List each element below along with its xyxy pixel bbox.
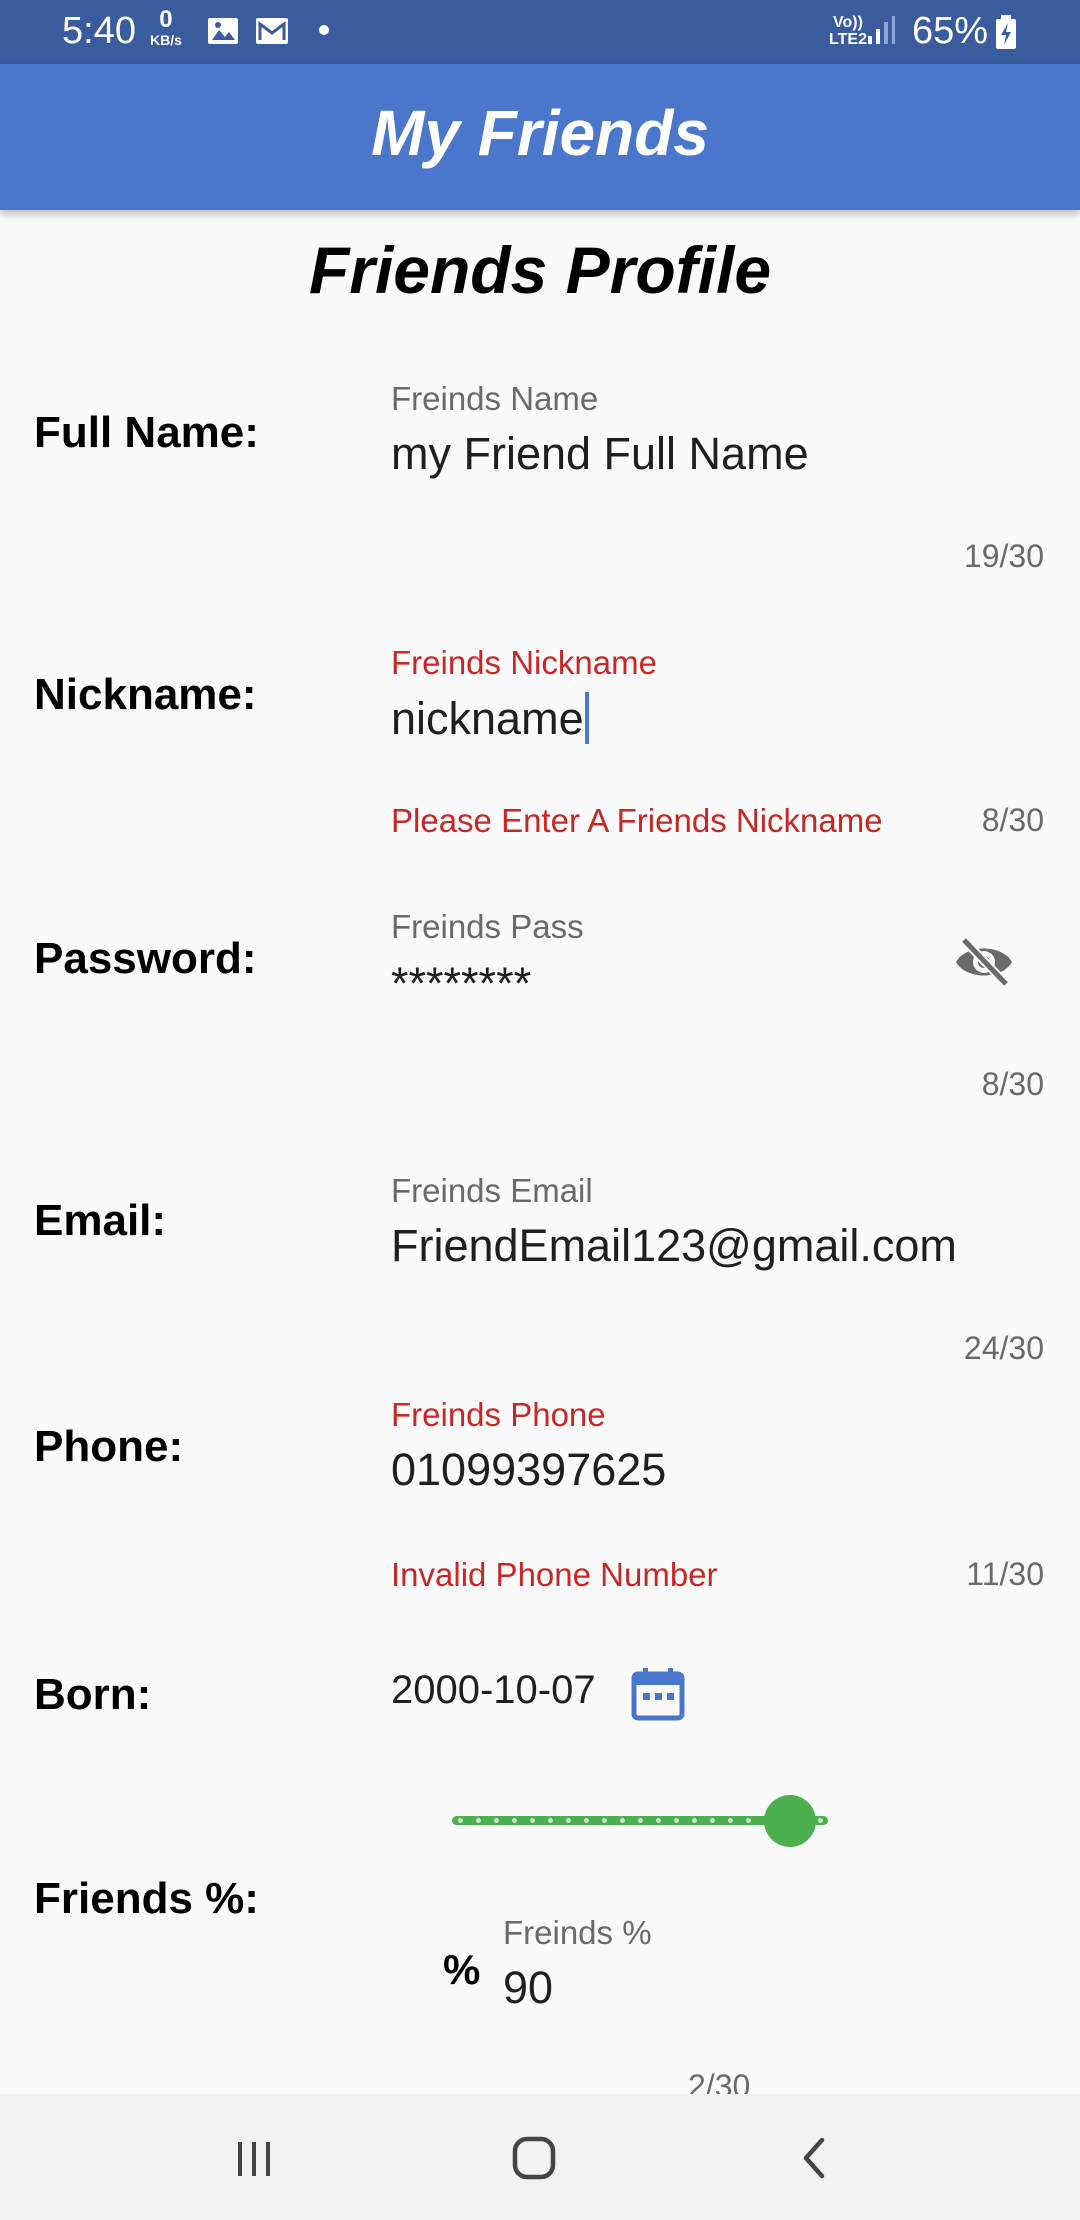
visibility-off-icon[interactable] xyxy=(952,934,1016,990)
email-floating-label: Freinds Email xyxy=(391,1172,593,1209)
born-date-value: 2000-10-07 xyxy=(391,1668,596,1712)
email-input[interactable]: FriendEmail123@gmail.com xyxy=(391,1220,957,1272)
friends-percent-slider[interactable] xyxy=(452,1795,828,1847)
phone-error: Invalid Phone Number xyxy=(391,1556,718,1593)
slider-tick xyxy=(530,1818,535,1823)
slider-tick xyxy=(656,1818,661,1823)
nickname-error: Please Enter A Friends Nickname xyxy=(391,802,883,839)
app-bar: My Friends xyxy=(0,64,1080,210)
email-counter: 24/30 xyxy=(963,1330,1044,1366)
friends-percent-input[interactable]: 90 xyxy=(503,1962,553,2014)
nickname-floating-label: Freinds Nickname xyxy=(391,644,657,681)
phone-label: Phone: xyxy=(34,1422,184,1471)
dot-icon xyxy=(319,25,329,35)
slider-tick xyxy=(692,1818,697,1823)
percent-prefix: % xyxy=(443,1946,481,1993)
full-name-counter: 19/30 xyxy=(963,538,1044,574)
phone-counter: 11/30 xyxy=(966,1556,1044,1592)
nickname-label: Nickname: xyxy=(34,670,257,719)
slider-tick xyxy=(638,1818,643,1823)
password-input[interactable]: ******** xyxy=(391,958,531,1010)
slider-tick xyxy=(674,1818,679,1823)
slider-tick xyxy=(512,1818,517,1823)
born-label: Born: xyxy=(34,1670,152,1719)
phone-floating-label: Freinds Phone xyxy=(391,1396,606,1433)
network-speed-unit: KB/s xyxy=(150,32,182,48)
nickname-counter: 8/30 xyxy=(981,802,1044,838)
email-label: Email: xyxy=(34,1196,167,1245)
password-counter: 8/30 xyxy=(981,1066,1044,1102)
nickname-input-text: nickname xyxy=(391,693,584,744)
battery-charging-icon xyxy=(996,15,1016,49)
slider-tick xyxy=(602,1818,607,1823)
slider-tick xyxy=(548,1818,553,1823)
slider-tick xyxy=(584,1818,589,1823)
slider-tick xyxy=(746,1818,751,1823)
home-icon[interactable] xyxy=(504,2128,564,2188)
phone-input[interactable]: 01099397625 xyxy=(391,1444,666,1496)
calendar-icon[interactable] xyxy=(630,1666,686,1722)
network-speed: 0 KB/s xyxy=(150,6,182,49)
status-time: 5:40 xyxy=(62,10,136,52)
slider-tick xyxy=(476,1818,481,1823)
friends-percent-label: Friends %: xyxy=(34,1874,259,1923)
password-floating-label: Freinds Pass xyxy=(391,908,584,945)
nickname-input[interactable]: nickname xyxy=(391,692,589,745)
slider-tick xyxy=(728,1818,733,1823)
slider-thumb[interactable] xyxy=(764,1795,817,1847)
image-icon xyxy=(208,18,238,44)
signal-icon xyxy=(868,16,895,44)
slider-tick xyxy=(818,1818,823,1823)
back-icon[interactable] xyxy=(786,2128,846,2188)
slider-tick xyxy=(494,1818,499,1823)
app-title: My Friends xyxy=(371,97,709,169)
network-speed-value: 0 xyxy=(159,6,173,33)
slider-tick xyxy=(566,1818,571,1823)
slider-tick xyxy=(458,1818,463,1823)
full-name-input[interactable]: my Friend Full Name xyxy=(391,428,809,480)
slider-tick xyxy=(710,1818,715,1823)
password-label: Password: xyxy=(34,934,257,983)
gmail-icon xyxy=(256,18,288,44)
full-name-floating-label: Freinds Name xyxy=(391,380,599,417)
text-cursor xyxy=(584,692,589,744)
system-nav-bar xyxy=(0,2094,1080,2220)
slider-tick xyxy=(620,1818,625,1823)
full-name-label: Full Name: xyxy=(34,408,259,457)
friends-percent-floating-label: Freinds % xyxy=(503,1914,652,1951)
battery-percent: 65% xyxy=(912,10,989,52)
page-title: Friends Profile xyxy=(308,233,772,307)
status-bar: 5:40 0 KB/s Vo)) LTE2 65% xyxy=(0,0,1080,64)
recent-apps-icon[interactable] xyxy=(224,2128,284,2188)
